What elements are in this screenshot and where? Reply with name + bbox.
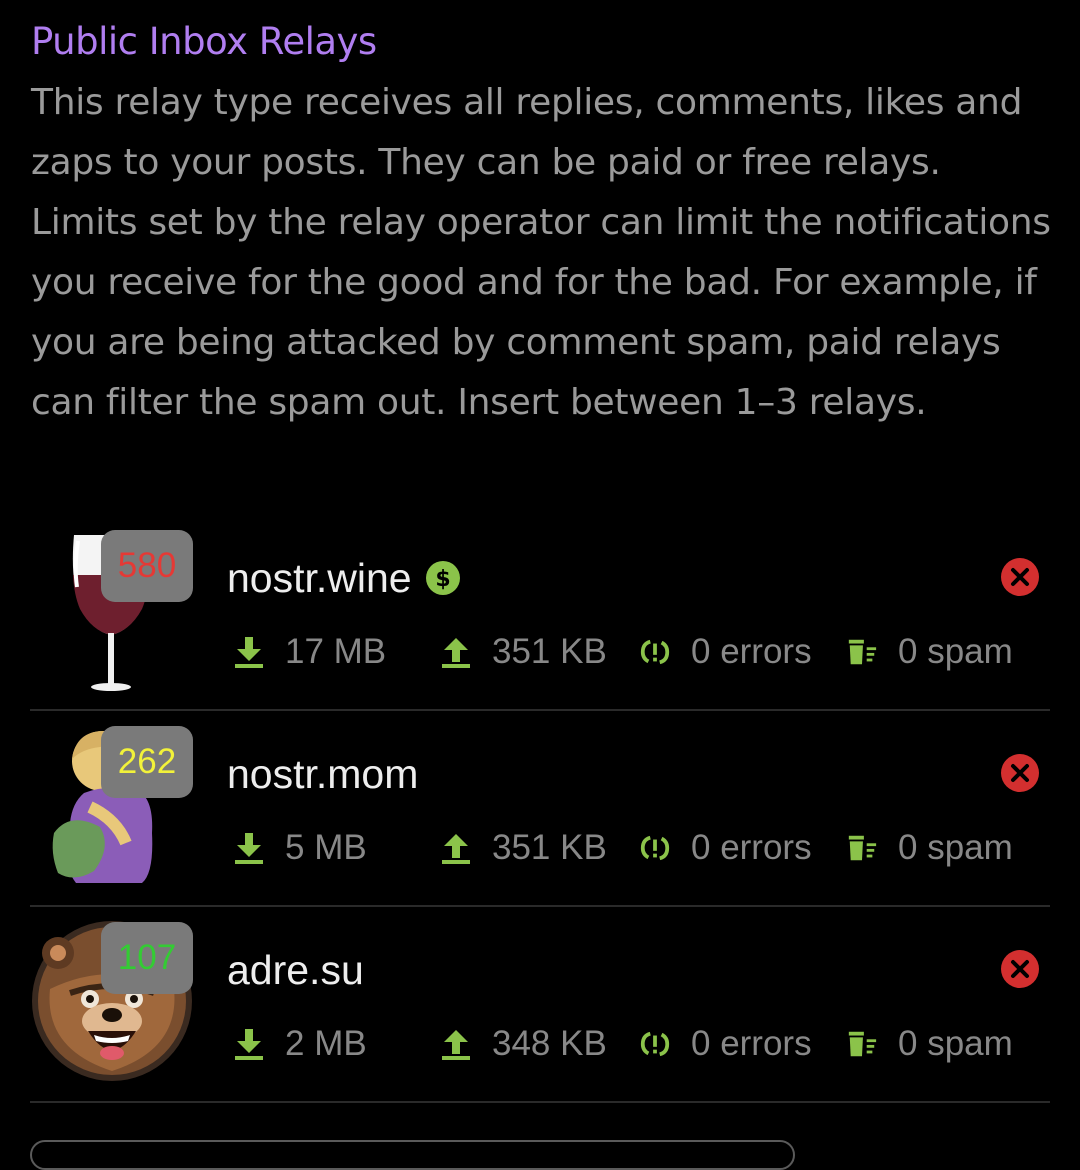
errors-value: 0 errors	[691, 1024, 812, 1063]
sync-error-icon	[640, 1031, 670, 1057]
upload-value: 348 KB	[492, 1024, 607, 1063]
relay-row[interactable]: 262 nostr.mom 5 MB 351 KB 0 errors 0 spa…	[0, 711, 1080, 907]
download-stat: 5 MB	[233, 828, 367, 868]
spam-filter-icon	[848, 639, 877, 665]
download-icon	[235, 1029, 263, 1060]
section-description: This relay type receives all replies, co…	[31, 82, 1051, 423]
relay-name-label: adre.su	[227, 947, 364, 993]
download-stat: 17 MB	[233, 632, 386, 672]
remove-icon[interactable]	[1001, 950, 1039, 988]
spam-value: 0 spam	[898, 1024, 1013, 1063]
upload-stat: 351 KB	[440, 632, 607, 672]
errors-stat: 0 errors	[639, 828, 812, 868]
errors-value: 0 errors	[691, 632, 812, 671]
upload-stat: 351 KB	[440, 828, 607, 868]
relay-count-badge: 262	[101, 726, 193, 798]
relay-row[interactable]: 580 nostr.wine $ 17 MB 351 KB 0 errors 0 …	[0, 515, 1080, 711]
spam-value: 0 spam	[898, 828, 1013, 867]
download-icon	[235, 833, 263, 864]
remove-icon[interactable]	[1001, 754, 1039, 792]
spam-filter-icon	[848, 1031, 877, 1057]
add-relay-field[interactable]	[30, 1140, 795, 1170]
sync-error-icon	[640, 835, 670, 861]
sync-error-icon	[640, 639, 670, 665]
row-divider	[30, 1101, 1050, 1103]
relay-list: 580 nostr.wine $ 17 MB 351 KB 0 errors 0 …	[0, 515, 1080, 1103]
spam-value: 0 spam	[898, 632, 1013, 671]
download-value: 2 MB	[285, 1024, 367, 1063]
section-title: Public Inbox Relays	[31, 20, 377, 63]
relay-name: nostr.wine $	[227, 553, 460, 603]
svg-text:$: $	[435, 567, 450, 592]
upload-value: 351 KB	[492, 632, 607, 671]
spam-stat: 0 spam	[846, 828, 1013, 868]
upload-icon	[442, 1030, 470, 1060]
errors-value: 0 errors	[691, 828, 812, 867]
download-value: 17 MB	[285, 632, 387, 671]
spam-filter-icon	[848, 835, 877, 861]
spam-stat: 0 spam	[846, 1024, 1013, 1064]
relay-row[interactable]: 107 adre.su 2 MB 348 KB 0 errors 0 spam	[0, 907, 1080, 1103]
download-value: 5 MB	[285, 828, 367, 867]
relay-name: adre.su	[227, 945, 364, 995]
errors-stat: 0 errors	[639, 1024, 812, 1064]
relay-name-label: nostr.mom	[227, 751, 419, 797]
upload-icon	[442, 834, 470, 864]
dollar-icon: $	[425, 561, 460, 596]
spam-stat: 0 spam	[846, 632, 1013, 672]
download-stat: 2 MB	[233, 1024, 367, 1064]
download-icon	[235, 637, 263, 668]
relay-count-badge: 107	[101, 922, 193, 994]
upload-stat: 348 KB	[440, 1024, 607, 1064]
upload-value: 351 KB	[492, 828, 607, 867]
remove-icon[interactable]	[1001, 558, 1039, 596]
errors-stat: 0 errors	[639, 632, 812, 672]
relay-count-badge: 580	[101, 530, 193, 602]
relay-name-label: nostr.wine	[227, 555, 412, 601]
relay-name: nostr.mom	[227, 749, 418, 799]
upload-icon	[442, 638, 470, 668]
